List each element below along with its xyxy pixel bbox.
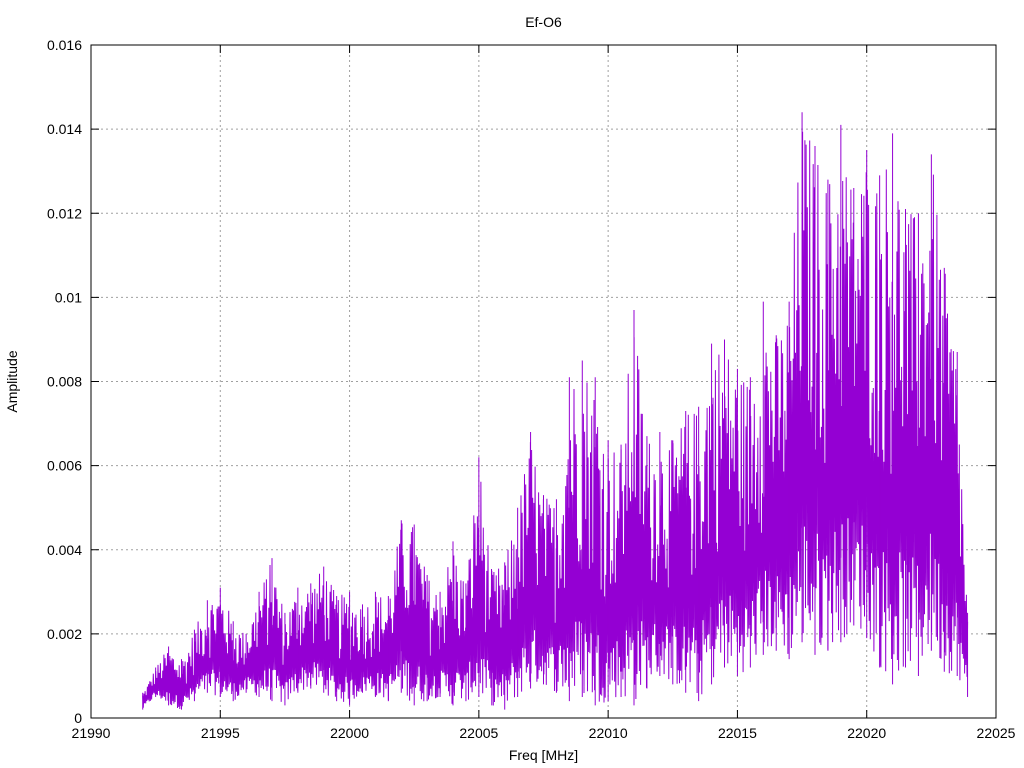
series [142, 112, 969, 710]
x-tick-label: 22015 [718, 725, 757, 741]
x-tick-label: 21990 [72, 725, 111, 741]
x-tick-label: 22000 [330, 725, 369, 741]
x-tick-label: 22010 [589, 725, 628, 741]
y-tick-label: 0.014 [47, 121, 82, 137]
chart-title: Ef-O6 [525, 14, 562, 30]
y-tick-label: 0.006 [47, 458, 82, 474]
y-tick-label: 0.002 [47, 626, 82, 642]
y-tick-label: 0.01 [55, 289, 82, 305]
y-tick-label: 0.004 [47, 542, 82, 558]
y-tick-label: 0.012 [47, 205, 82, 221]
chart: Ef-O6 21990 21995 22000 22005 22010 22015 2202… [4, 14, 1016, 763]
series-line-0 [142, 131, 969, 710]
x-tick-label: 21995 [201, 725, 240, 741]
x-tick-label: 22025 [977, 725, 1016, 741]
y-tick-label: 0.008 [47, 374, 82, 390]
x-tick-label: 22005 [459, 725, 498, 741]
x-tick-label: 22020 [847, 725, 886, 741]
y-tick-label: 0 [74, 710, 82, 726]
x-axis-label: Freq [MHz] [509, 747, 578, 763]
y-tick-label: 0.016 [47, 37, 82, 53]
y-axis-label: Amplitude [4, 350, 20, 412]
